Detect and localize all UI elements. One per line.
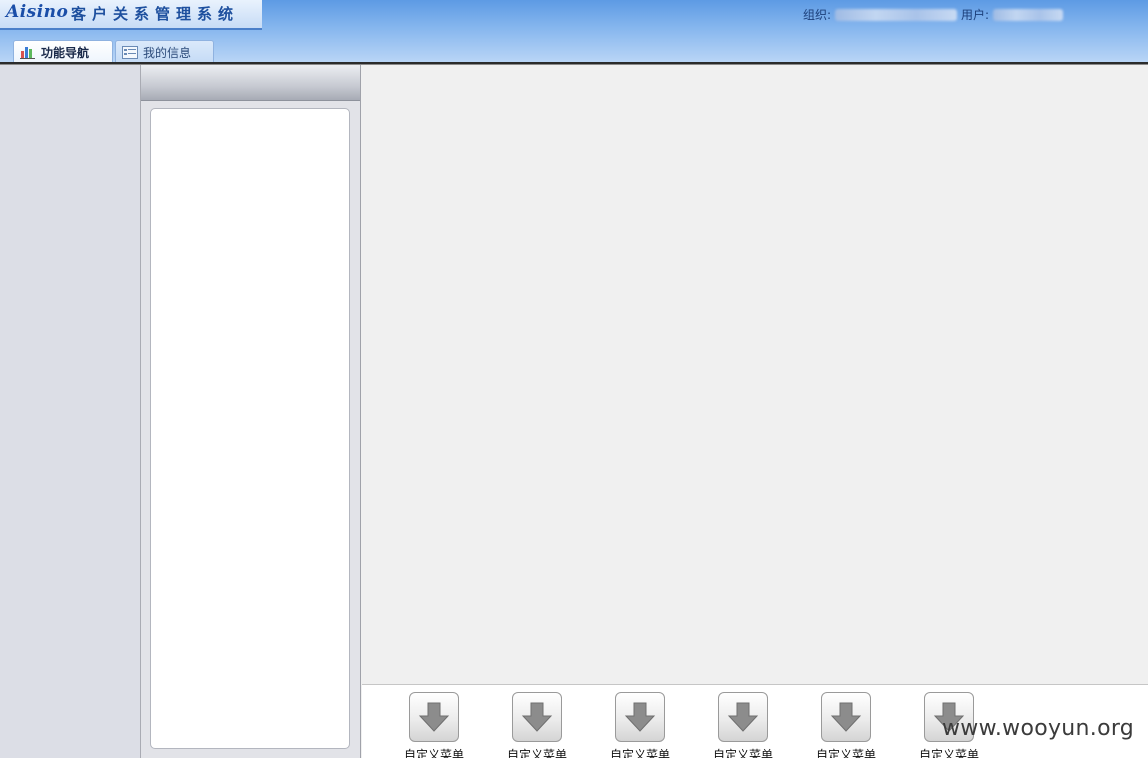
bar-chart-icon bbox=[20, 45, 36, 59]
user-info: 组织: 用户: bbox=[803, 6, 1064, 23]
org-label: 组织: bbox=[803, 8, 832, 22]
custom-menu-button[interactable]: 自定义菜单 bbox=[811, 692, 881, 758]
custom-menu-label: 自定义菜单 bbox=[712, 748, 773, 758]
down-arrow-icon bbox=[821, 692, 871, 742]
org-name-redacted bbox=[835, 8, 958, 21]
custom-menu-button[interactable]: 自定义菜单 bbox=[502, 692, 572, 758]
left-sidebar bbox=[0, 65, 141, 758]
down-arrow-icon bbox=[615, 692, 665, 742]
user-name-redacted bbox=[993, 8, 1064, 21]
down-arrow-icon bbox=[512, 692, 562, 742]
app-title: 客户关系管理系统 bbox=[71, 5, 240, 23]
tab-my-info[interactable]: 我的信息 bbox=[115, 40, 214, 63]
nav-tree-box[interactable] bbox=[150, 108, 350, 749]
app-logo: Aisino 客户关系管理系统 bbox=[0, 0, 262, 30]
custom-menu-button[interactable]: 自定义菜单 bbox=[605, 692, 675, 758]
custom-menu-label: 自定义菜单 bbox=[506, 748, 567, 758]
custom-menu-button[interactable]: 自定义菜单 bbox=[399, 692, 469, 758]
tab-function-nav[interactable]: 功能导航 bbox=[13, 40, 113, 63]
main-content bbox=[362, 65, 1148, 684]
watermark-text: www.wooyun.org bbox=[942, 716, 1135, 741]
custom-menu-label: 自定义菜单 bbox=[918, 748, 979, 758]
custom-menu-label: 自定义菜单 bbox=[815, 748, 876, 758]
user-label: 用户: bbox=[961, 8, 990, 22]
down-arrow-icon bbox=[718, 692, 768, 742]
down-arrow-icon bbox=[409, 692, 459, 742]
app-header: Aisino 客户关系管理系统 组织: 用户: 功能导航 我的信息 bbox=[0, 0, 1148, 63]
tab-label: 功能导航 bbox=[41, 45, 90, 60]
tab-label: 我的信息 bbox=[143, 45, 192, 60]
nav-panel-header bbox=[141, 65, 360, 101]
custom-menu-label: 自定义菜单 bbox=[403, 748, 464, 758]
nav-panel bbox=[141, 65, 361, 758]
custom-menu-label: 自定义菜单 bbox=[609, 748, 670, 758]
logo-brand: Aisino bbox=[6, 2, 69, 22]
list-card-icon bbox=[122, 45, 138, 59]
custom-menu-button[interactable]: 自定义菜单 bbox=[708, 692, 778, 758]
